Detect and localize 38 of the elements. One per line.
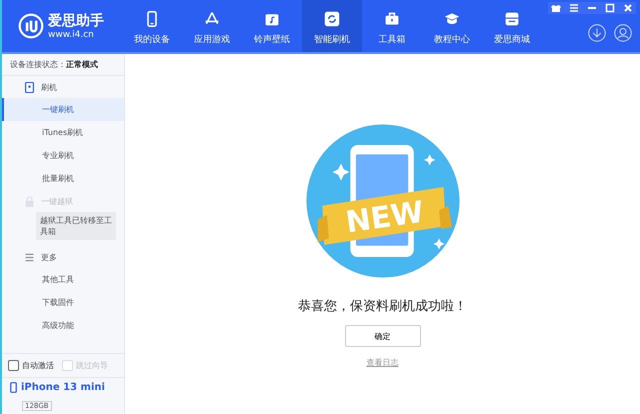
nav-tab[interactable]: 智能刷机 [302, 0, 362, 52]
user-icon[interactable] [614, 24, 632, 42]
sidebar-item[interactable]: iTunes刷机 [2, 121, 124, 144]
status-label: 设备连接状态： [10, 60, 66, 69]
notice: 越狱工具已转移至工具箱 [36, 212, 116, 240]
checkbox-option[interactable]: 自动激活 [8, 360, 54, 371]
app-name: 爱思助手 [48, 12, 104, 30]
nav-tab[interactable]: 爱思商城 [482, 0, 542, 52]
nav-tab[interactable]: 工具箱 [362, 0, 422, 52]
confirm-button[interactable]: 确定 [344, 325, 420, 347]
download-icon[interactable] [588, 24, 606, 42]
store-icon [504, 10, 520, 26]
sidebar-item[interactable]: 下载固件 [2, 291, 124, 314]
logo-icon [18, 13, 44, 39]
group-label: 刷机 [41, 82, 57, 92]
nav-tab[interactable]: 应用游戏 [182, 0, 242, 52]
nav-tab[interactable]: 铃声壁纸 [242, 0, 302, 52]
app-url: www.i4.cn [48, 30, 95, 40]
status-value: 正常模式 [66, 60, 98, 69]
toolbox-icon [384, 10, 400, 26]
menu-icon [24, 252, 35, 263]
phone-icon [24, 82, 35, 92]
graduation-cap-icon [444, 10, 460, 26]
sidebar-item[interactable]: 批量刷机 [2, 167, 124, 190]
phone-icon [144, 10, 160, 26]
refresh-icon [324, 10, 340, 26]
app-store-icon [204, 10, 220, 26]
group-label: 更多 [41, 252, 57, 263]
sidebar-item[interactable]: 专业刷机 [2, 144, 124, 167]
lock-icon [24, 196, 35, 206]
success-message: 恭喜您，保资料刷机成功啦！ [298, 298, 467, 315]
sidebar-item[interactable]: 一键刷机 [2, 98, 124, 121]
phone-icon [10, 382, 17, 393]
device-name: iPhone 13 mini [21, 382, 105, 393]
sidebar-item[interactable]: 其他工具 [2, 268, 124, 292]
sidebar-item[interactable]: 高级功能 [2, 314, 124, 338]
nav-tab[interactable]: 我的设备 [122, 0, 182, 52]
nav-tab[interactable]: 教程中心 [422, 0, 482, 52]
